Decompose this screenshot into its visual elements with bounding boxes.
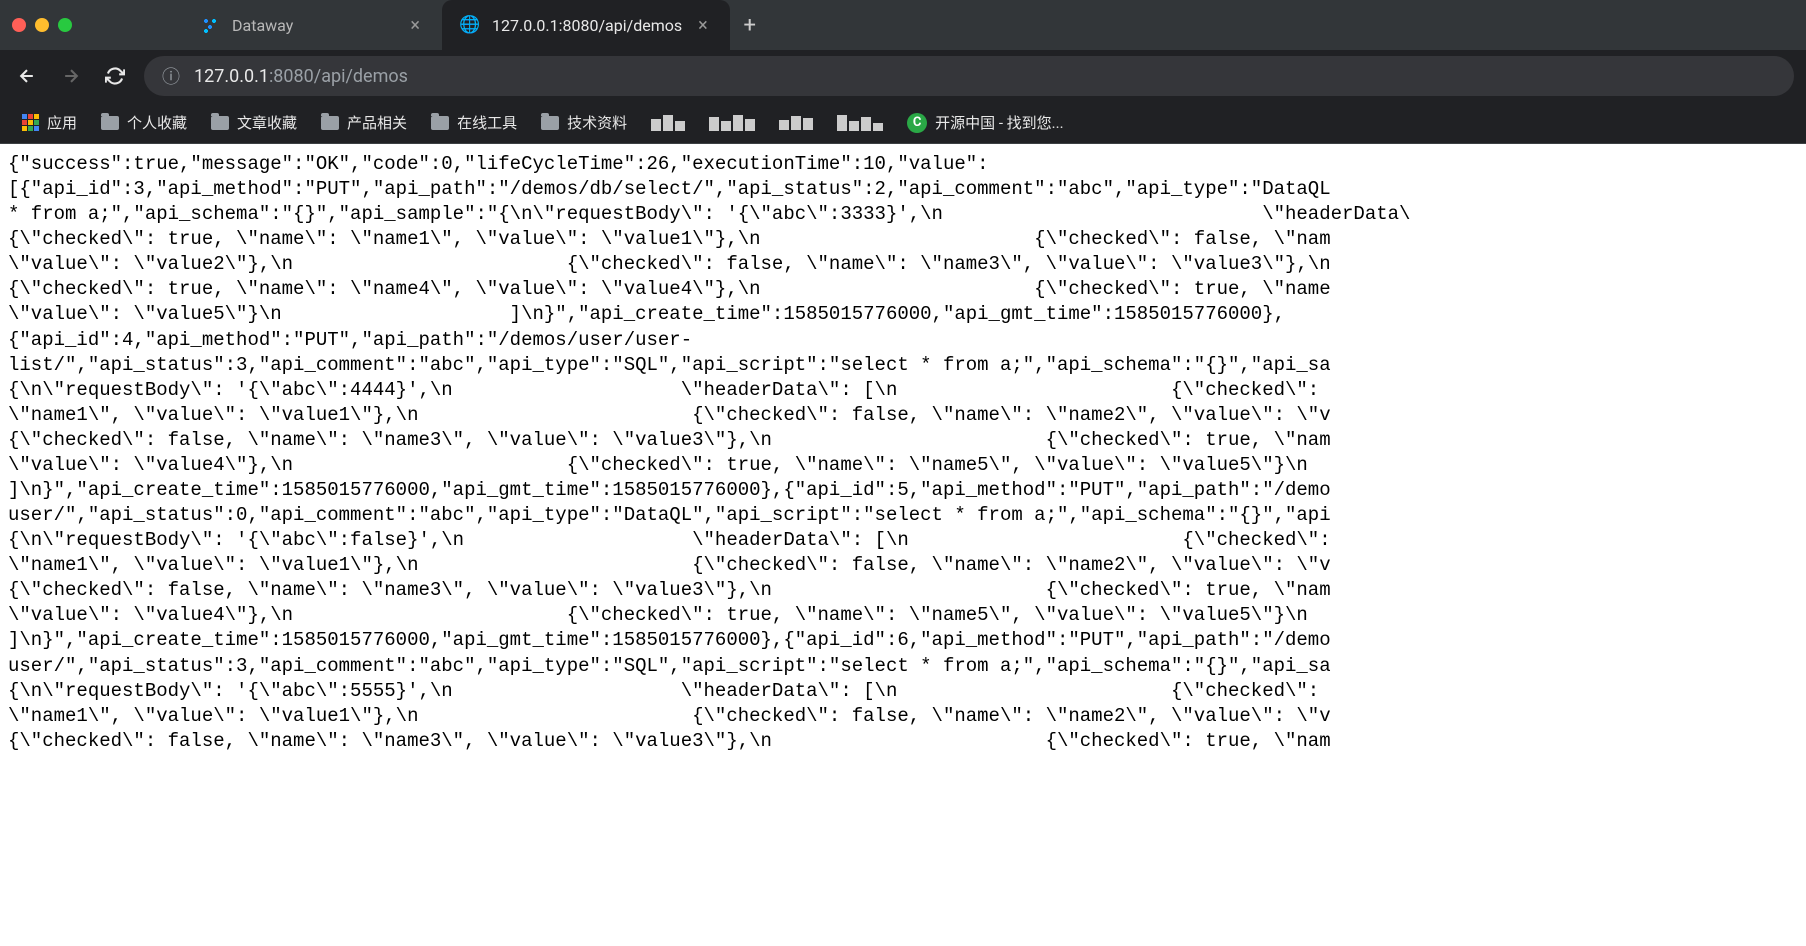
pixelated-icon (837, 115, 883, 131)
apps-grid-icon (22, 114, 39, 131)
window-titlebar: Dataway × 🌐 127.0.0.1:8080/api/demos × + (0, 0, 1806, 50)
bookmark-pixelated-1[interactable] (641, 109, 695, 137)
bookmark-folder-products[interactable]: 产品相关 (311, 106, 417, 139)
tab-api-demos[interactable]: 🌐 127.0.0.1:8080/api/demos × (442, 0, 730, 50)
dataway-favicon-icon (200, 15, 220, 35)
site-info-icon[interactable]: ⓘ (162, 63, 180, 89)
globe-icon: 🌐 (460, 15, 480, 35)
new-tab-button[interactable]: + (730, 0, 770, 50)
url-path: :8080/api/demos (269, 66, 408, 87)
tab-strip: Dataway × 🌐 127.0.0.1:8080/api/demos × + (182, 0, 770, 50)
close-tab-icon[interactable]: × (694, 13, 712, 38)
bookmark-label: 技术资料 (567, 112, 627, 133)
close-tab-icon[interactable]: × (406, 13, 424, 38)
apps-label: 应用 (47, 112, 77, 133)
arrow-left-icon (17, 66, 37, 86)
bookmark-pixelated-2[interactable] (699, 109, 765, 137)
tab-dataway[interactable]: Dataway × (182, 0, 442, 50)
address-bar[interactable]: ⓘ 127.0.0.1:8080/api/demos (144, 56, 1794, 96)
pixelated-icon (651, 115, 685, 131)
window-controls (12, 18, 72, 32)
bookmark-folder-articles[interactable]: 文章收藏 (201, 106, 307, 139)
apps-button[interactable]: 应用 (12, 106, 87, 139)
bookmark-label: 产品相关 (347, 112, 407, 133)
oschina-icon: C (907, 113, 927, 133)
forward-button[interactable] (56, 61, 86, 91)
arrow-right-icon (61, 66, 81, 86)
window-maximize-button[interactable] (58, 18, 72, 32)
bookmark-pixelated-3[interactable] (769, 110, 823, 136)
folder-icon (431, 116, 449, 130)
bookmark-pixelated-4[interactable] (827, 109, 893, 137)
folder-icon (211, 116, 229, 130)
page-json-content[interactable]: {"success":true,"message":"OK","code":0,… (0, 144, 1806, 762)
folder-icon (541, 116, 559, 130)
window-minimize-button[interactable] (35, 18, 49, 32)
bookmark-oschina[interactable]: C 开源中国 - 找到您... (897, 106, 1073, 139)
bookmarks-bar: 应用 个人收藏 文章收藏 产品相关 在线工具 技术资料 (0, 102, 1806, 144)
folder-icon (101, 116, 119, 130)
bookmark-folder-tech[interactable]: 技术资料 (531, 106, 637, 139)
bookmark-label: 文章收藏 (237, 112, 297, 133)
bookmark-label: 个人收藏 (127, 112, 187, 133)
bookmark-label: 在线工具 (457, 112, 517, 133)
pixelated-icon (779, 116, 813, 130)
url-display: 127.0.0.1:8080/api/demos (194, 66, 1776, 87)
url-host: 127.0.0.1 (194, 66, 269, 87)
folder-icon (321, 116, 339, 130)
reload-button[interactable] (100, 61, 130, 91)
tab-title: 127.0.0.1:8080/api/demos (492, 16, 682, 35)
back-button[interactable] (12, 61, 42, 91)
bookmark-label: 开源中国 - 找到您... (935, 112, 1063, 133)
window-close-button[interactable] (12, 18, 26, 32)
bookmark-folder-tools[interactable]: 在线工具 (421, 106, 527, 139)
pixelated-icon (709, 115, 755, 131)
browser-navbar: ⓘ 127.0.0.1:8080/api/demos (0, 50, 1806, 102)
reload-icon (105, 66, 125, 86)
bookmark-folder-personal[interactable]: 个人收藏 (91, 106, 197, 139)
tab-title: Dataway (232, 16, 394, 35)
